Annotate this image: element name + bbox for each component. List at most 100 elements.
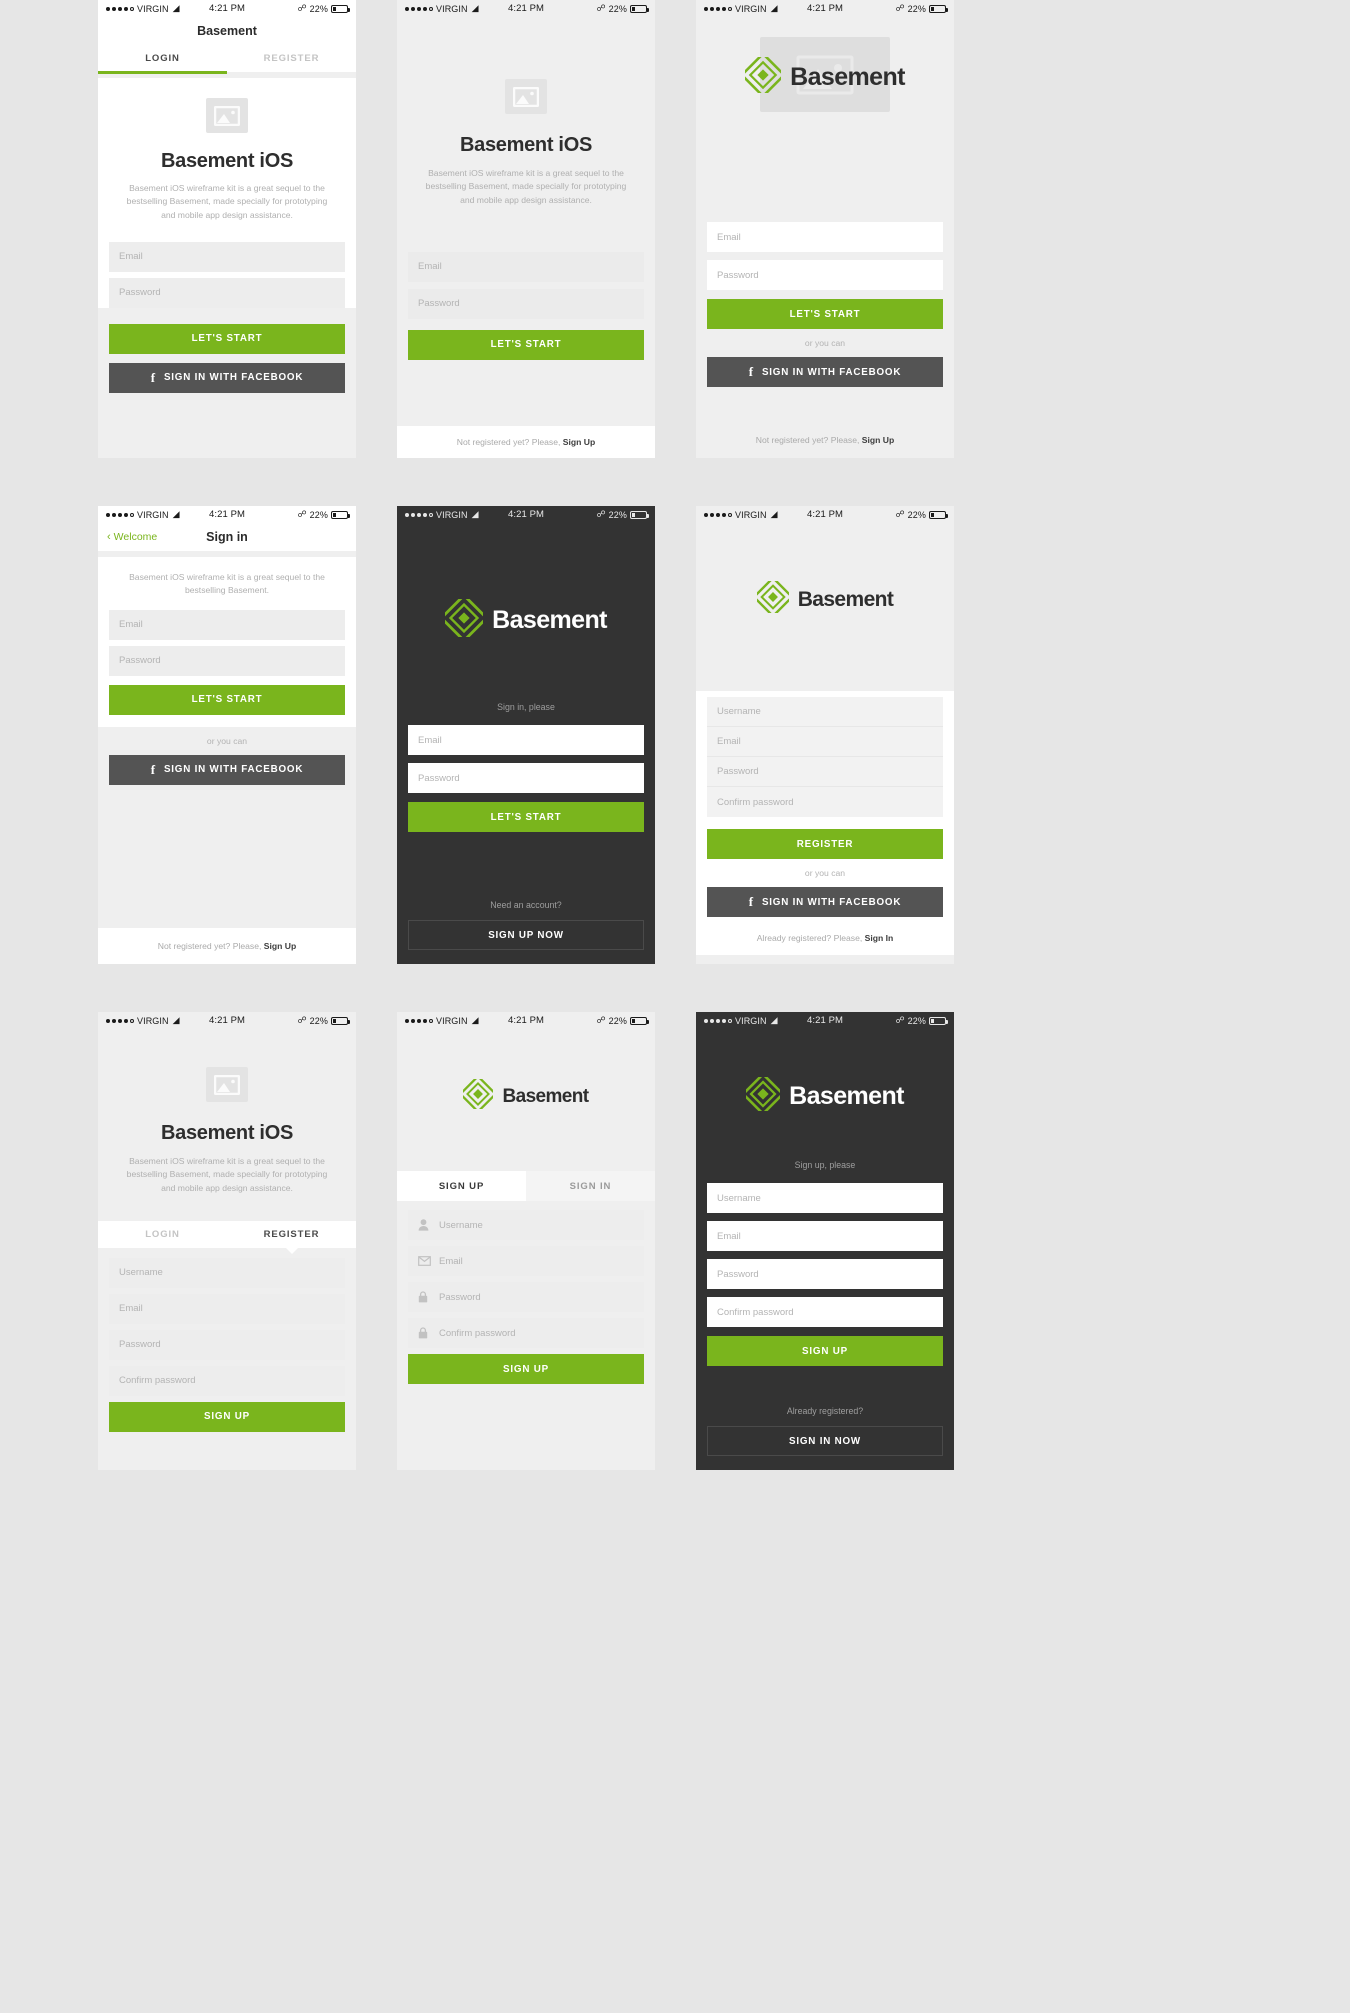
password-field[interactable]: Password [109,645,345,676]
confirm-password-field[interactable]: Confirm password [408,1318,644,1348]
email-field[interactable]: Email [707,1221,943,1251]
tab-register[interactable]: REGISTER [227,45,356,72]
password-field[interactable]: Password [707,1259,943,1289]
not-registered-label: Not registered yet? Please, [755,435,860,445]
lock-icon [418,1291,432,1303]
signup-prompt: Sign up, please [794,1160,856,1170]
email-field[interactable]: Email [408,725,644,755]
status-carrier-group: VIRGIN ◢ [405,1015,479,1026]
sign-up-link[interactable]: Sign Up [862,435,894,445]
or-you-can-label: or you can [804,868,846,878]
status-bar: VIRGIN ◢ 4:21 PM ☍ 22% [98,506,356,523]
sign-in-link[interactable]: Sign In [865,933,894,943]
screen-login-logo: VIRGIN ◢ 4:21 PM ☍ 22% Basement Email Pa… [696,0,954,458]
form-block: Username Email Password Confirm password… [397,1201,655,1384]
form-block: Email Password LET'S START [397,251,655,360]
sign-up-button[interactable]: SIGN UP [707,1336,943,1366]
tab-login[interactable]: LOGIN [98,1221,227,1248]
sign-up-link[interactable]: Sign Up [563,437,595,447]
tab-register[interactable]: REGISTER [227,1221,356,1254]
image-placeholder-icon [206,1067,248,1102]
password-field[interactable]: Password [408,1282,644,1312]
facebook-icon: f [150,761,156,777]
password-field[interactable]: Password [109,1329,345,1360]
tab-sign-in[interactable]: SIGN IN [526,1171,655,1201]
hero-block: Basement iOS Basement iOS wireframe kit … [98,1029,356,1195]
signup-block: Need an account? SIGN UP NOW [397,900,655,950]
sign-up-button[interactable]: SIGN UP [408,1354,644,1384]
facebook-signin-button[interactable]: f SIGN IN WITH FACEBOOK [707,357,943,387]
sign-up-button[interactable]: SIGN UP [109,1401,345,1432]
screen-register-light: VIRGIN ◢ 4:21 PM ☍ 22% Basement Username… [696,506,954,964]
bluetooth-icon: ☍ [596,1015,606,1025]
facebook-signin-button[interactable]: f SIGN IN WITH FACEBOOK [707,887,943,917]
brand-logo: Basement [740,51,905,98]
username-field[interactable]: Username [707,697,943,727]
lets-start-button[interactable]: LET'S START [707,299,943,329]
wifi-icon: ◢ [770,1015,778,1025]
status-carrier-group: VIRGIN ◢ [704,509,778,520]
facebook-icon: f [748,364,754,379]
screen-signin-dark: VIRGIN ◢ 4:21 PM ☍ 22% Basement Sign in,… [397,506,655,964]
register-button[interactable]: REGISTER [707,829,943,859]
carrier-label: VIRGIN [137,509,169,520]
password-field[interactable]: Password [109,277,345,308]
page-title: Basement [197,24,257,38]
lets-start-button[interactable]: LET'S START [408,329,644,360]
password-field[interactable]: Password [707,260,943,290]
battery-percent: 22% [608,1015,627,1026]
battery-percent: 22% [309,509,328,520]
username-field[interactable]: Username [109,1257,345,1288]
password-field[interactable]: Password [408,288,644,319]
username-field[interactable]: Username [707,1183,943,1213]
email-field[interactable]: Email [707,222,943,252]
sign-in-now-button[interactable]: SIGN IN NOW [707,1426,943,1456]
sign-up-link[interactable]: Sign Up [264,941,296,951]
email-field[interactable]: Email [109,241,345,272]
facebook-signin-button[interactable]: f SIGN IN WITH FACEBOOK [109,754,345,785]
status-carrier-group: VIRGIN ◢ [405,3,479,14]
wifi-icon: ◢ [770,3,778,13]
back-button[interactable]: ‹ Welcome [107,531,157,543]
confirm-password-field[interactable]: Confirm password [109,1365,345,1396]
username-placeholder: Username [439,1219,483,1231]
email-field[interactable]: Email [408,251,644,282]
email-field[interactable]: Email [408,1246,644,1276]
status-right-group: ☍ 22% [596,509,649,520]
lets-start-button[interactable]: LET'S START [109,323,345,354]
carrier-label: VIRGIN [735,509,767,520]
facebook-signin-button[interactable]: f SIGN IN WITH FACEBOOK [109,362,345,393]
confirm-password-field[interactable]: Confirm password [707,787,943,817]
diamond-logo-icon [459,1074,498,1114]
facebook-icon: f [748,894,754,909]
email-field[interactable]: Email [707,727,943,757]
nav-bar: Basement [98,17,356,45]
actions-block: LET'S START f SIGN IN WITH FACEBOOK [98,323,356,393]
email-field[interactable]: Email [109,609,345,640]
bluetooth-icon: ☍ [895,3,905,13]
tab-login[interactable]: LOGIN [98,45,227,74]
screen-register-tabs: VIRGIN ◢ 4:21 PM ☍ 22% Basement iOS Base… [98,1012,356,1470]
confirm-password-field[interactable]: Confirm password [707,1297,943,1327]
signup-footer: Not registered yet? Please, Sign Up [696,430,954,448]
carrier-label: VIRGIN [436,3,468,14]
carrier-label: VIRGIN [735,3,767,14]
signal-dots-icon [704,512,732,517]
password-field[interactable]: Password [707,757,943,787]
battery-percent: 22% [608,3,627,14]
nav-bar: ‹ Welcome Sign in [98,523,356,551]
signal-dots-icon [106,512,134,517]
lets-start-button[interactable]: LET'S START [408,802,644,832]
hero-title: Basement iOS [459,134,592,156]
email-field[interactable]: Email [109,1293,345,1324]
mockup-row-1: VIRGIN ◢ 4:21 PM ☍ 22% Basement LOGIN RE… [98,0,1252,458]
sign-up-now-button[interactable]: SIGN UP NOW [408,920,644,950]
username-field[interactable]: Username [408,1210,644,1240]
tab-sign-up[interactable]: SIGN UP [397,1171,526,1201]
signin-footer: Already registered? Please, Sign In [707,933,943,943]
signup-footer: Not registered yet? Please, Sign Up [98,928,356,964]
brand-logo: Basement [696,576,954,618]
password-field[interactable]: Password [408,763,644,793]
lets-start-button[interactable]: LET'S START [109,684,345,715]
wifi-icon: ◢ [471,509,479,519]
